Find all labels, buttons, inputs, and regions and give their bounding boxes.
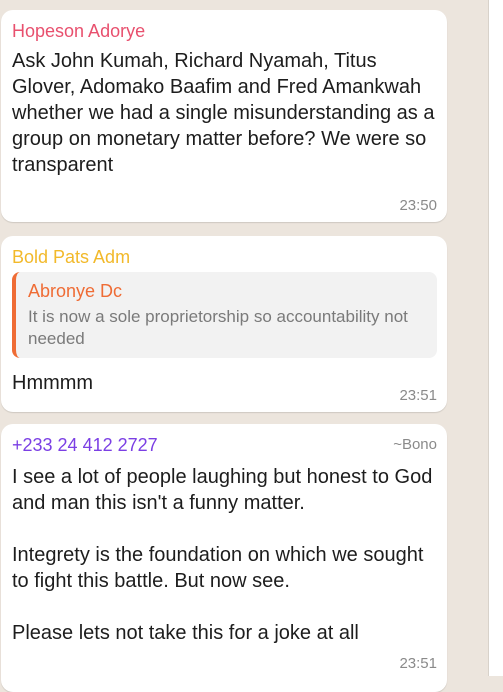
message-timestamp: 23:50 [399,197,437,214]
quoted-text: It is now a sole proprietorship so accou… [28,307,408,348]
message-timestamp: 23:51 [399,387,437,404]
sender-push-name: ~Bono [393,436,437,453]
message-text: I see a lot of people laughing but hones… [12,466,433,644]
message-bubble[interactable]: Bold Pats Adm Abronye Dc It is now a sol… [1,236,447,412]
sender-name[interactable]: +233 24 412 2727 [12,434,437,456]
right-edge-panel [488,0,503,676]
quoted-author: Abronye Dc [28,281,123,301]
message-bubble[interactable]: +233 24 412 2727 ~Bono I see a lot of pe… [1,424,447,692]
sender-name[interactable]: Bold Pats Adm [12,246,437,268]
quoted-message[interactable]: Abronye Dc It is now a sole proprietorsh… [12,272,437,358]
message-text: Ask John Kumah, Richard Nyamah, Titus Gl… [12,50,441,176]
sender-name[interactable]: Hopeson Adorye [12,20,437,42]
message-text: Hmmmm [12,372,94,394]
message-bubble[interactable]: Hopeson Adorye Ask John Kumah, Richard N… [1,10,447,222]
message-timestamp: 23:51 [399,655,437,672]
